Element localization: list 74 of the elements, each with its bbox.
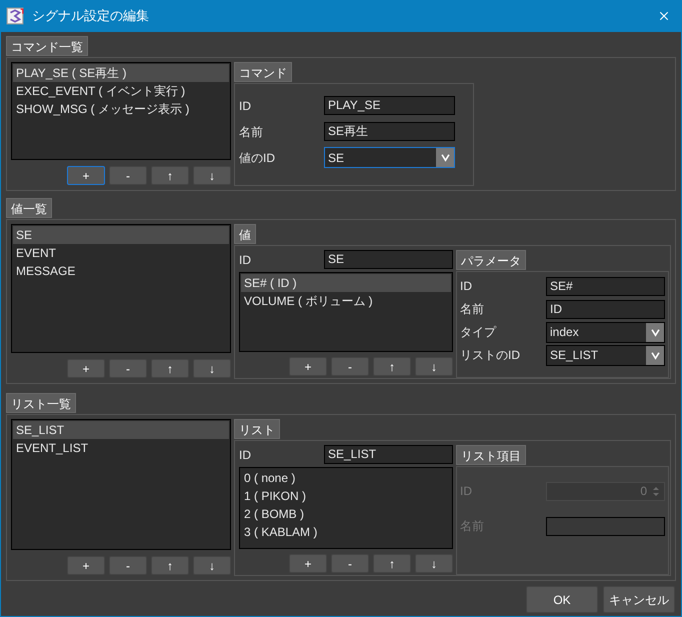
- text-field[interactable]: ID: [546, 300, 665, 318]
- list-item[interactable]: PLAY_SE ( SE再生 ): [13, 64, 229, 82]
- list-button[interactable]: ↑: [151, 556, 189, 575]
- group-label: リスト項目: [456, 445, 526, 465]
- list-item[interactable]: 2 ( BOMB ): [241, 505, 451, 523]
- chevron-icon: [650, 326, 660, 338]
- list-button[interactable]: +: [289, 554, 327, 573]
- dropdown-value: SE: [327, 150, 346, 166]
- list-item[interactable]: EXEC_EVENT ( イベント実行 ): [13, 82, 229, 100]
- field-label: ID: [239, 252, 252, 268]
- list-button[interactable]: ↓: [415, 554, 453, 573]
- field-label: 名前: [460, 301, 485, 318]
- list-button[interactable]: ↓: [415, 357, 453, 376]
- list-button[interactable]: ↑: [373, 554, 411, 573]
- list-button[interactable]: ↓: [193, 359, 231, 378]
- group-label: 値: [234, 224, 256, 244]
- field-label: ID: [239, 446, 252, 464]
- list-button[interactable]: -: [109, 166, 147, 185]
- list-item[interactable]: SE_LIST: [13, 421, 229, 439]
- list-item[interactable]: SE# ( ID ): [241, 274, 451, 292]
- list-item[interactable]: EVENT: [13, 244, 229, 262]
- field-label: ID: [460, 483, 473, 500]
- spin-value: 0: [639, 483, 648, 500]
- list-item[interactable]: MESSAGE: [13, 262, 229, 280]
- field-label: 名前: [460, 518, 485, 535]
- list-button[interactable]: ↑: [151, 359, 189, 378]
- dialog-button[interactable]: キャンセル: [603, 586, 675, 613]
- group-label: パラメータ: [456, 250, 526, 270]
- text-field[interactable]: SE#: [546, 276, 665, 296]
- list-item[interactable]: 3 ( KABLAM ): [241, 523, 451, 541]
- chevron-icon: [440, 152, 450, 163]
- close-icon: [658, 10, 670, 22]
- field-label: ID: [239, 98, 252, 114]
- dialog-button[interactable]: OK: [526, 586, 598, 613]
- chevron-icon: [650, 350, 660, 360]
- list-button[interactable]: ↑: [151, 166, 189, 185]
- list-button[interactable]: ↓: [193, 556, 231, 575]
- group-label: コマンド: [234, 62, 292, 82]
- text-field[interactable]: SE再生: [324, 122, 455, 141]
- list-button[interactable]: +: [289, 357, 327, 376]
- list-button[interactable]: ↓: [193, 166, 231, 185]
- dropdown[interactable]: SE: [324, 147, 455, 168]
- list-item[interactable]: SE: [13, 226, 229, 244]
- list-button[interactable]: ↑: [373, 357, 411, 376]
- list-button[interactable]: -: [109, 556, 147, 575]
- dropdown[interactable]: index: [546, 322, 665, 342]
- list-item[interactable]: 0 ( none ): [241, 469, 451, 487]
- list-item[interactable]: VOLUME ( ボリューム ): [241, 292, 451, 310]
- dropdown-value: SE_LIST: [549, 347, 600, 364]
- list-button[interactable]: -: [331, 554, 369, 573]
- list-item[interactable]: 1 ( PIKON ): [241, 487, 451, 505]
- list-button[interactable]: -: [331, 357, 369, 376]
- list-button[interactable]: +: [67, 556, 105, 575]
- text-field[interactable]: SE: [324, 250, 453, 269]
- text-field[interactable]: PLAY_SE: [324, 96, 455, 115]
- field-label: 値のID: [239, 150, 276, 166]
- window-title: シグナル設定の編集: [32, 7, 150, 26]
- list-button[interactable]: -: [109, 359, 147, 378]
- group-label: 値一覧: [6, 198, 52, 218]
- list-item[interactable]: SHOW_MSG ( メッセージ表示 ): [13, 100, 229, 118]
- text-field[interactable]: SE_LIST: [324, 445, 453, 464]
- field-label: タイプ: [460, 324, 498, 341]
- dropdown-value: index: [549, 324, 580, 341]
- group-label: リスト: [234, 419, 280, 439]
- list-item[interactable]: EVENT_LIST: [13, 439, 229, 457]
- list-button[interactable]: +: [67, 359, 105, 378]
- list-button[interactable]: +: [67, 166, 105, 185]
- dropdown[interactable]: SE_LIST: [546, 344, 665, 366]
- field-label: ID: [460, 278, 473, 295]
- field-label: 名前: [239, 124, 264, 140]
- group-label: リスト一覧: [6, 393, 76, 413]
- field-label: リストのID: [460, 347, 521, 364]
- app-icon: [6, 7, 24, 25]
- group-label: コマンド一覧: [6, 36, 88, 56]
